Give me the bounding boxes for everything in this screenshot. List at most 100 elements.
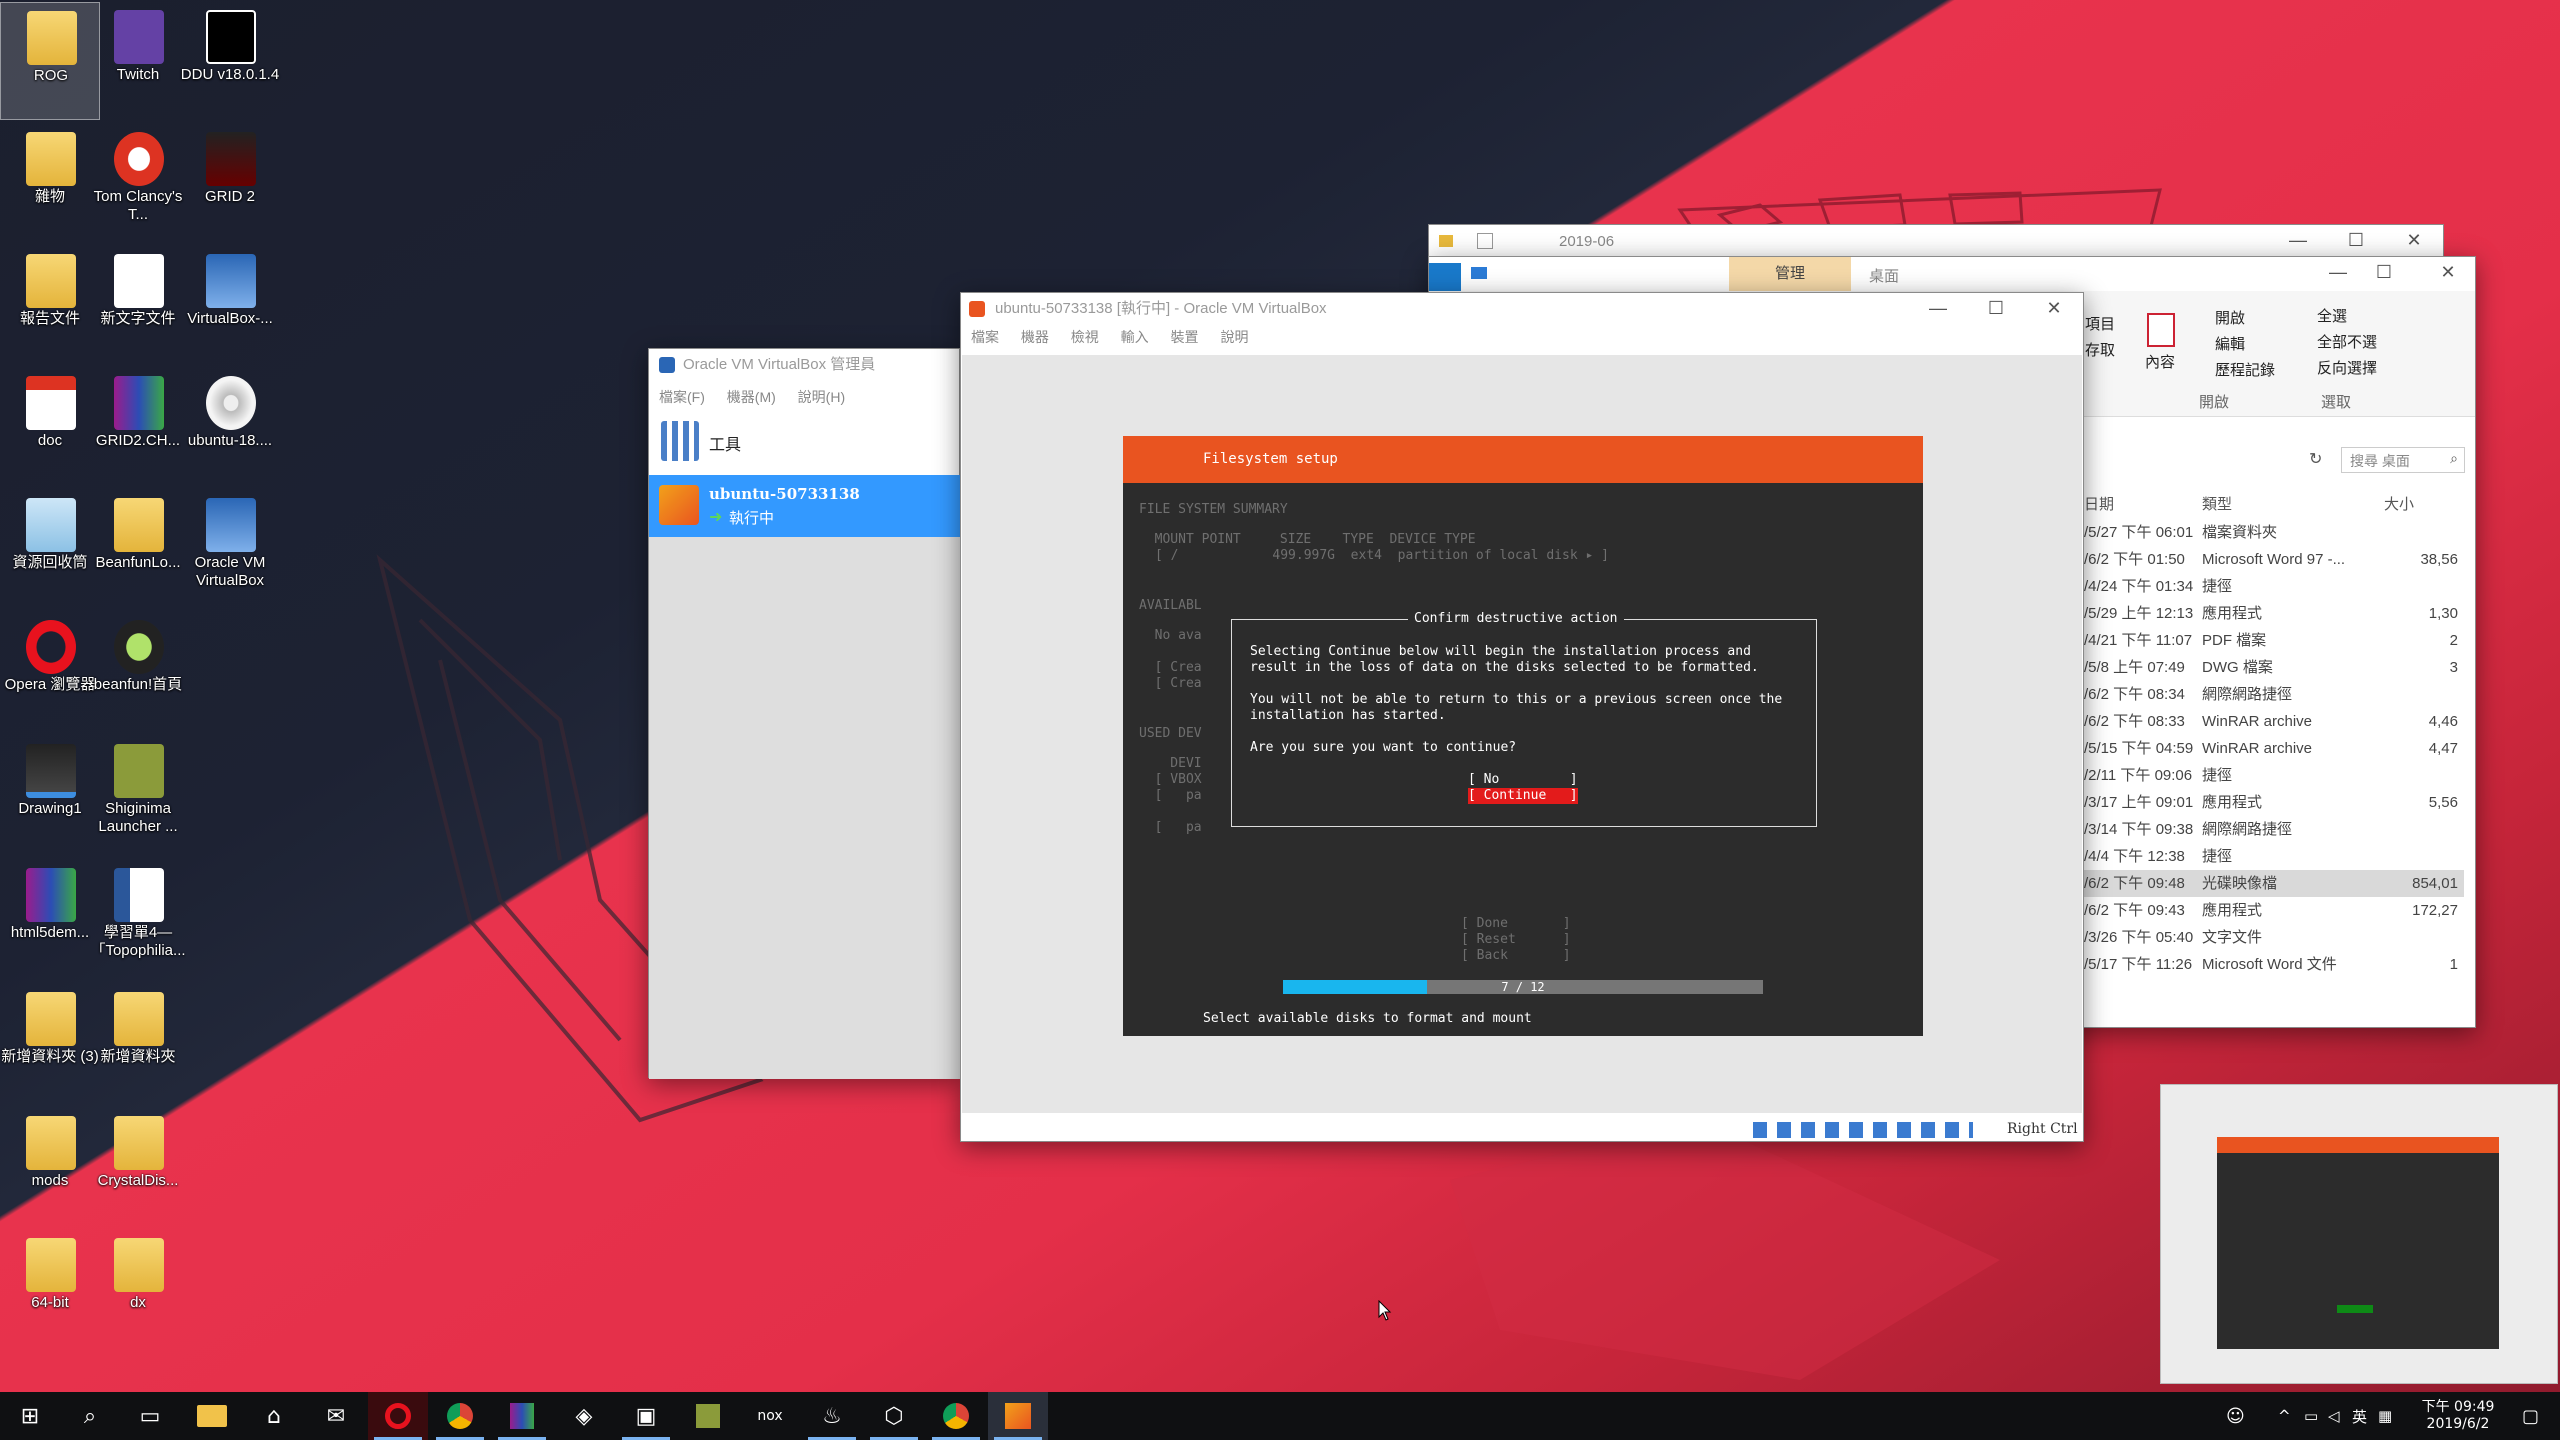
back-button[interactable]: [ Back ] [1461,948,1571,964]
col-date[interactable]: 日期 [2084,493,2114,514]
desktop-icon[interactable]: mods [0,1108,100,1226]
used-vbox[interactable]: [ VBOX [1139,772,1202,788]
app-icon[interactable]: ▣ [616,1392,676,1440]
menu-file[interactable]: 檔案 [971,329,999,345]
start-button[interactable]: ⊞ [0,1392,60,1440]
invert-selection-button[interactable]: 反向選擇 [2317,357,2377,378]
tools-item[interactable]: 工具 [649,413,961,469]
desktop-icon[interactable]: Drawing1 [0,736,100,854]
desktop-icon[interactable]: Tom Clancy's T... [88,124,188,242]
notes-icon[interactable]: ▦ [2378,1407,2392,1425]
search-icon[interactable]: ⌕ [60,1392,120,1440]
ribbon-left-2[interactable]: 存取 [2085,339,2115,360]
desktop-icon[interactable]: Oracle VM VirtualBox [180,490,280,608]
table-row[interactable]: /5/8 上午 07:49 DWG 檔案 3 [2084,654,2464,681]
create-option-1[interactable]: [ Crea [1139,660,1202,676]
table-row[interactable]: /5/17 下午 11:26 Microsoft Word 文件 1 [2084,951,2464,978]
manage-tab[interactable]: 管理 [1729,257,1851,291]
edit-button[interactable]: 編輯 [2215,333,2245,354]
used-pa-1[interactable]: [ pa [1139,788,1202,804]
table-row[interactable]: /5/15 下午 04:59 WinRAR archive 4,47 [2084,735,2464,762]
table-row[interactable]: /3/17 上午 09:01 應用程式 5,56 [2084,789,2464,816]
desktop-icon[interactable]: DDU v18.0.1.4 [180,2,280,120]
menu-machine[interactable]: 機器(M) [727,389,776,405]
desktop-icon[interactable]: dx [88,1230,188,1348]
device-icons[interactable] [1753,1122,1973,1138]
ubuntu-vm-icon[interactable] [988,1392,1048,1440]
close-button[interactable]: ✕ [2419,257,2477,289]
steam-icon[interactable]: ♨ [802,1392,862,1440]
clock-time[interactable]: 下午 09:49 [2410,1396,2506,1416]
people-icon[interactable]: ☺ [2226,1406,2245,1427]
desktop-icon[interactable]: 新增資料夾 [88,984,188,1102]
table-row[interactable]: /6/2 下午 08:33 WinRAR archive 4,46 [2084,708,2464,735]
menu-devices[interactable]: 裝置 [1171,329,1199,345]
table-row[interactable]: /4/24 下午 01:34 捷徑 [2084,573,2464,600]
minimize-button[interactable]: — [2269,225,2327,257]
desktop-icon[interactable]: 報告文件 [0,246,100,364]
desktop-icon[interactable]: GRID 2 [180,124,280,242]
desktop-icon[interactable]: Opera 瀏覽器 [0,612,100,730]
summary-row[interactable]: [ / 499.997G ext4 partition of local dis… [1155,548,1609,564]
menu-view[interactable]: 檢視 [1071,329,1099,345]
desktop-icon[interactable]: Shiginima Launcher ... [88,736,188,854]
reset-button[interactable]: [ Reset ] [1461,932,1571,948]
virtualbox-icon[interactable]: ⬡ [864,1392,924,1440]
desktop-icon[interactable]: GRID2.CH... [88,368,188,486]
table-row[interactable]: /5/29 上午 12:13 應用程式 1,30 [2084,600,2464,627]
chrome-icon[interactable] [430,1392,490,1440]
table-row[interactable]: /6/2 下午 09:48 光碟映像檔 854,01 [2084,870,2464,897]
store-icon[interactable]: ⌂ [244,1392,304,1440]
table-row[interactable]: /3/14 下午 09:38 網際網路捷徑 [2084,816,2464,843]
properties-button[interactable]: 內容 [2145,351,2175,372]
desktop-icon[interactable]: BeanfunLo... [88,490,188,608]
desktop-icon[interactable]: ROG [0,2,100,120]
col-size[interactable]: 大小 [2384,493,2414,514]
desktop-icon[interactable]: VirtualBox-... [180,246,280,364]
used-pa-2[interactable]: [ pa [1139,820,1202,836]
winrar-icon[interactable] [492,1392,552,1440]
file-explorer-icon[interactable] [182,1392,242,1440]
minimize-button[interactable]: — [1909,293,1967,325]
network-icon[interactable]: ▭ [2304,1407,2318,1425]
table-row[interactable]: /2/11 下午 09:06 捷徑 [2084,762,2464,789]
no-button[interactable]: [ No ] [1468,772,1578,788]
table-row[interactable]: /6/2 下午 09:43 應用程式 172,27 [2084,897,2464,924]
col-type[interactable]: 類型 [2202,493,2232,514]
menu-input[interactable]: 輸入 [1121,329,1149,345]
close-button[interactable]: ✕ [2025,293,2083,325]
desktop-icon[interactable]: 資源回收筒 [0,490,100,608]
table-row[interactable]: /5/27 下午 06:01 檔案資料夾 [2084,519,2464,546]
desktop-icon[interactable]: 新文字文件 [88,246,188,364]
create-option-2[interactable]: [ Crea [1139,676,1202,692]
desktop-icon[interactable]: doc [0,368,100,486]
select-all-button[interactable]: 全選 [2317,305,2347,326]
virtualbox-manager-window[interactable]: Oracle VM VirtualBox 管理員 檔案(F) 機器(M) 說明(… [648,348,961,1079]
table-row[interactable]: /6/2 下午 08:34 網際網路捷徑 [2084,681,2464,708]
close-button[interactable]: ✕ [2385,225,2443,257]
table-row[interactable]: /4/4 下午 12:38 捷徑 [2084,843,2464,870]
menu-help[interactable]: 說明 [1220,329,1248,345]
desktop-icon[interactable]: ubuntu-18.... [180,368,280,486]
maximize-button[interactable]: ☐ [2355,257,2413,289]
opera-icon[interactable] [368,1392,428,1440]
chrome-icon-2[interactable] [926,1392,986,1440]
mail-icon[interactable]: ✉ [306,1392,366,1440]
select-none-button[interactable]: 全部不選 [2317,331,2377,352]
history-button[interactable]: 歷程記錄 [2215,359,2275,380]
desktop-icon[interactable]: beanfun!首頁 [88,612,188,730]
desktop-icon[interactable]: 64-bit [0,1230,100,1348]
vm-list-item-selected[interactable]: ubuntu-50733138 ➜ 執行中 [649,475,961,537]
menu-machine[interactable]: 機器 [1021,329,1049,345]
installer-screen[interactable]: Filesystem setup FILE SYSTEM SUMMARY MOU… [1123,436,1923,1036]
file-tab[interactable] [1429,263,1461,291]
desktop-icon[interactable]: 新增資料夾 (3) [0,984,100,1102]
ribbon-left-1[interactable]: 項目 [2085,313,2115,334]
done-button[interactable]: [ Done ] [1461,916,1571,932]
maximize-button[interactable]: ☐ [1967,293,2025,325]
desktop-icon[interactable]: html5dem... [0,860,100,978]
app-icon-2[interactable]: nox [740,1392,800,1440]
menu-file[interactable]: 檔案(F) [659,389,705,405]
ime-indicator[interactable]: 英 [2352,1406,2367,1427]
open-menu-button[interactable]: 開啟 [2215,307,2245,328]
